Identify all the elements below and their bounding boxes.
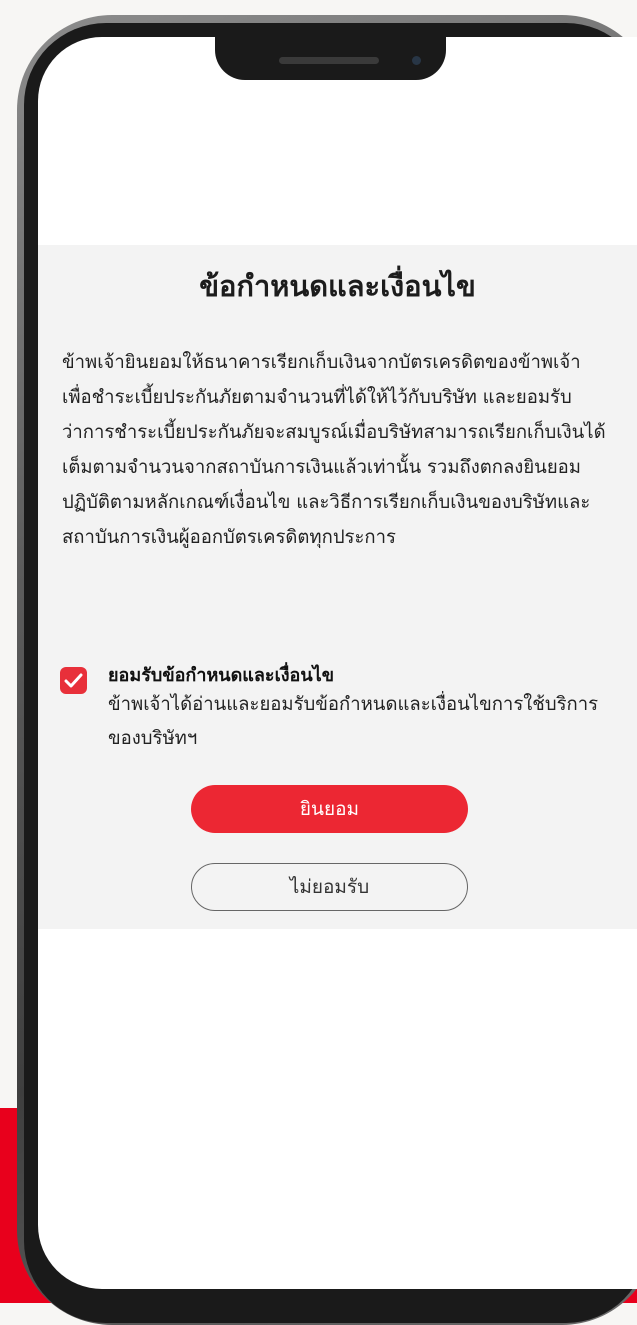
accept-button[interactable]: ยินยอม: [191, 785, 468, 833]
terms-body: ข้าพเจ้ายินยอมให้ธนาคารเรียกเก็บเงินจากบ…: [62, 352, 606, 548]
agreement-checkbox[interactable]: [60, 667, 87, 694]
agreement-row[interactable]: ยอมรับข้อกำหนดและเงื่อนไข ข้าพเจ้าได้อ่า…: [60, 660, 610, 750]
checkmark-icon: [64, 673, 83, 688]
decline-button[interactable]: ไม่ยอมรับ: [191, 863, 468, 911]
speaker-icon: [279, 57, 379, 64]
agreement-title: ยอมรับข้อกำหนดและเงื่อนไข: [108, 665, 335, 686]
camera-icon: [412, 56, 421, 65]
phone-screen: ข้อกำหนดและเงื่อนไข ข้าพเจ้ายินยอมให้ธนา…: [38, 37, 637, 1289]
terms-panel: ข้อกำหนดและเงื่อนไข ข้าพเจ้ายินยอมให้ธนา…: [38, 245, 637, 929]
terms-title: ข้อกำหนดและเงื่อนไข: [199, 269, 476, 303]
phone-notch: [215, 23, 446, 80]
agreement-description: ข้าพเจ้าได้อ่านและยอมรับข้อกำหนดและเงื่อ…: [108, 694, 599, 749]
